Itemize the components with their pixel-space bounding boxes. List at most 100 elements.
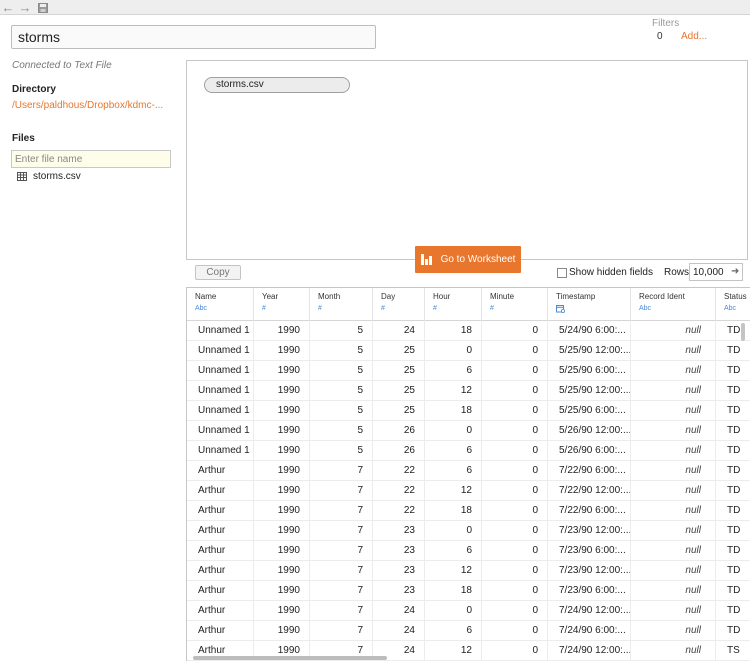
number-type-icon[interactable]: # bbox=[318, 305, 372, 312]
save-icon[interactable] bbox=[35, 0, 51, 15]
string-type-icon[interactable]: Abc bbox=[724, 305, 750, 312]
table-row[interactable]: Unnamed 1 1990 5 25 6 0 5/25/90 6:00:... null TD bbox=[187, 361, 750, 381]
cell-status: TD bbox=[716, 561, 750, 581]
column-header-minute[interactable]: Minute # bbox=[482, 288, 548, 321]
column-header-month[interactable]: Month # bbox=[310, 288, 373, 321]
number-type-icon[interactable]: # bbox=[433, 305, 481, 312]
cell-status: TD bbox=[716, 481, 750, 501]
cell-year: 1990 bbox=[254, 541, 310, 561]
go-to-worksheet-button[interactable]: Go to Worksheet bbox=[415, 246, 521, 273]
cell-record-ident: null bbox=[631, 361, 716, 381]
cell-timestamp: 5/25/90 6:00:... bbox=[548, 361, 631, 381]
table-row[interactable]: Arthur 1990 7 22 18 0 7/22/90 6:00:... null TD bbox=[187, 501, 750, 521]
cell-hour: 6 bbox=[425, 361, 482, 381]
cell-timestamp: 5/26/90 6:00:... bbox=[548, 441, 631, 461]
file-list-item[interactable]: storms.csv bbox=[17, 171, 81, 182]
toolbar: ← → bbox=[0, 0, 750, 15]
cell-day: 22 bbox=[373, 501, 425, 521]
column-header-record-ident[interactable]: Record Ident Abc bbox=[631, 288, 716, 321]
number-type-icon[interactable]: # bbox=[262, 305, 309, 312]
number-type-icon[interactable]: # bbox=[381, 305, 424, 312]
cell-timestamp: 7/22/90 6:00:... bbox=[548, 461, 631, 481]
string-type-icon[interactable]: Abc bbox=[639, 305, 715, 312]
cell-name: Arthur bbox=[187, 461, 254, 481]
file-search-input[interactable] bbox=[11, 150, 171, 168]
column-header-year[interactable]: Year # bbox=[254, 288, 310, 321]
cell-minute: 0 bbox=[482, 561, 548, 581]
table-row[interactable]: Unnamed 1 1990 5 25 12 0 5/25/90 12:00:... null… bbox=[187, 381, 750, 401]
table-row[interactable]: Unnamed 1 1990 5 25 0 0 5/25/90 12:00:... null T… bbox=[187, 341, 750, 361]
table-row[interactable]: Arthur 1990 7 22 6 0 7/22/90 6:00:... null TD bbox=[187, 461, 750, 481]
cell-month: 5 bbox=[310, 421, 373, 441]
cell-timestamp: 5/25/90 12:00:... bbox=[548, 341, 631, 361]
cell-name: Arthur bbox=[187, 621, 254, 641]
table-row[interactable]: Arthur 1990 7 23 0 0 7/23/90 12:00:... null TD bbox=[187, 521, 750, 541]
cell-timestamp: 7/24/90 6:00:... bbox=[548, 621, 631, 641]
cell-minute: 0 bbox=[482, 501, 548, 521]
table-row[interactable]: Arthur 1990 7 24 0 0 7/24/90 12:00:... null TD bbox=[187, 601, 750, 621]
cell-day: 26 bbox=[373, 441, 425, 461]
table-pill[interactable]: storms.csv bbox=[204, 77, 350, 93]
copy-button[interactable]: Copy bbox=[195, 265, 241, 280]
cell-hour: 6 bbox=[425, 621, 482, 641]
datasource-name-field[interactable]: storms bbox=[11, 25, 376, 49]
cell-hour: 6 bbox=[425, 441, 482, 461]
number-type-icon[interactable]: # bbox=[490, 305, 547, 312]
column-header-status[interactable]: Status Abc bbox=[716, 288, 750, 321]
cell-name: Arthur bbox=[187, 521, 254, 541]
cell-status: TD bbox=[716, 341, 750, 361]
cell-name: Unnamed 1 bbox=[187, 321, 254, 341]
column-header-label: Status bbox=[724, 292, 747, 301]
table-row[interactable]: Unnamed 1 1990 5 25 18 0 5/25/90 6:00:... null T… bbox=[187, 401, 750, 421]
cell-timestamp: 7/23/90 12:00:... bbox=[548, 561, 631, 581]
column-header-label: Year bbox=[262, 292, 279, 301]
cell-status: TD bbox=[716, 461, 750, 481]
cell-hour: 0 bbox=[425, 341, 482, 361]
show-hidden-fields-label: Show hidden fields bbox=[569, 267, 653, 278]
cell-day: 23 bbox=[373, 541, 425, 561]
column-header-name[interactable]: Name Abc bbox=[187, 288, 254, 321]
connection-status: Connected to Text File bbox=[12, 60, 112, 71]
cell-month: 7 bbox=[310, 501, 373, 521]
cell-hour: 12 bbox=[425, 381, 482, 401]
column-header-day[interactable]: Day # bbox=[373, 288, 425, 321]
forward-arrow-icon[interactable]: → bbox=[17, 0, 33, 15]
cell-hour: 12 bbox=[425, 561, 482, 581]
cell-timestamp: 5/25/90 12:00:... bbox=[548, 381, 631, 401]
cell-status: TD bbox=[716, 361, 750, 381]
back-arrow-icon[interactable]: ← bbox=[0, 0, 16, 15]
column-header-label: Name bbox=[195, 292, 217, 301]
cell-name: Unnamed 1 bbox=[187, 401, 254, 421]
table-row[interactable]: Unnamed 1 1990 5 26 0 0 5/26/90 12:00:... null T… bbox=[187, 421, 750, 441]
column-header-timestamp[interactable]: Timestamp bbox=[548, 288, 631, 321]
bar-chart-icon bbox=[420, 254, 433, 265]
cell-month: 7 bbox=[310, 461, 373, 481]
cell-minute: 0 bbox=[482, 321, 548, 341]
arrow-right-icon[interactable]: ➜ bbox=[731, 266, 739, 277]
cell-name: Unnamed 1 bbox=[187, 441, 254, 461]
cell-month: 7 bbox=[310, 621, 373, 641]
show-hidden-fields-checkbox[interactable] bbox=[557, 268, 567, 278]
horizontal-scrollbar[interactable] bbox=[193, 656, 387, 660]
add-filter-link[interactable]: Add... bbox=[681, 31, 707, 42]
cell-record-ident: null bbox=[631, 641, 716, 661]
date-time-type-icon[interactable] bbox=[556, 305, 630, 315]
table-row[interactable]: Unnamed 1 1990 5 26 6 0 5/26/90 6:00:... null TD bbox=[187, 441, 750, 461]
table-row[interactable]: Unnamed 1 1990 5 24 18 0 5/24/90 6:00:... null T… bbox=[187, 321, 750, 341]
table-row[interactable]: Arthur 1990 7 23 18 0 7/23/90 6:00:... null TD bbox=[187, 581, 750, 601]
table-row[interactable]: Arthur 1990 7 24 6 0 7/24/90 6:00:... null TD bbox=[187, 621, 750, 641]
vertical-scrollbar[interactable] bbox=[741, 323, 745, 341]
cell-timestamp: 7/24/90 12:00:... bbox=[548, 641, 631, 661]
cell-minute: 0 bbox=[482, 361, 548, 381]
column-header-hour[interactable]: Hour # bbox=[425, 288, 482, 321]
cell-year: 1990 bbox=[254, 361, 310, 381]
cell-day: 24 bbox=[373, 321, 425, 341]
table-row[interactable]: Arthur 1990 7 23 12 0 7/23/90 12:00:... null TD bbox=[187, 561, 750, 581]
string-type-icon[interactable]: Abc bbox=[195, 305, 253, 312]
table-row[interactable]: Arthur 1990 7 22 12 0 7/22/90 12:00:... null TD bbox=[187, 481, 750, 501]
cell-month: 5 bbox=[310, 341, 373, 361]
table-row[interactable]: Arthur 1990 7 23 6 0 7/23/90 6:00:... null TD bbox=[187, 541, 750, 561]
filters-title: Filters bbox=[652, 18, 680, 29]
cell-timestamp: 7/23/90 6:00:... bbox=[548, 581, 631, 601]
directory-path-link[interactable]: /Users/paldhous/Dropbox/kdmc-... bbox=[12, 100, 163, 111]
